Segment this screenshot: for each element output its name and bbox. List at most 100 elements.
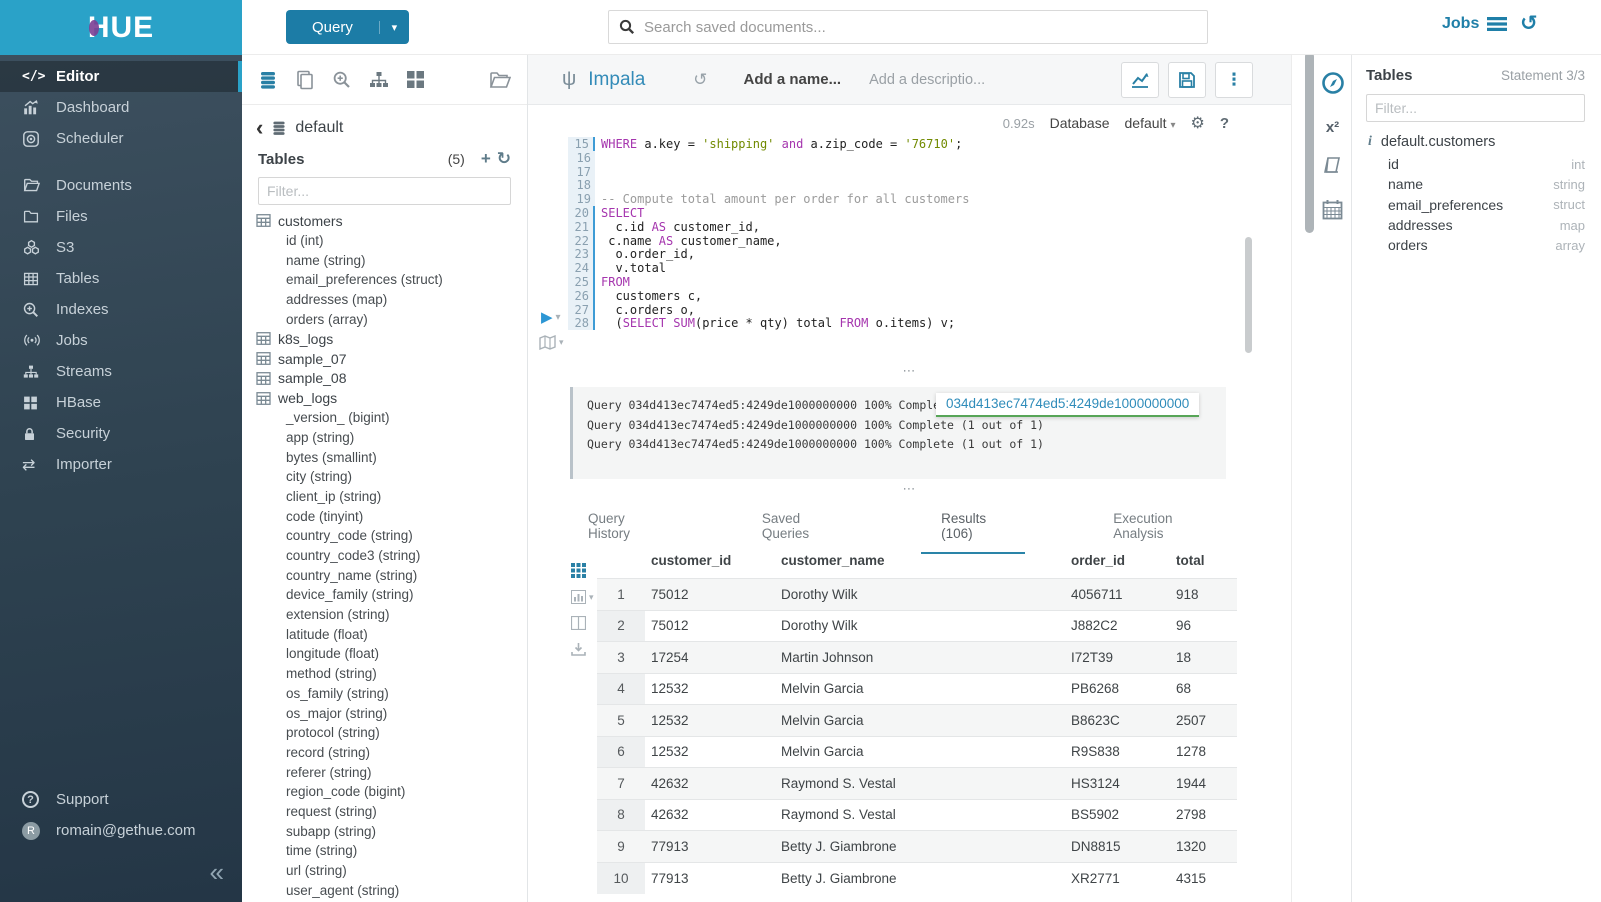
editor-assistant-icon[interactable] bbox=[1321, 71, 1345, 100]
results-row[interactable]: 317254Martin JohnsonI72T3918 bbox=[597, 642, 1237, 674]
assist-column[interactable]: protocol (string) bbox=[256, 723, 527, 743]
assist-column[interactable]: _version_ (bigint) bbox=[256, 408, 527, 428]
code-line[interactable]: 18 bbox=[528, 178, 1291, 192]
resize-handle-top[interactable]: ⋯ bbox=[528, 367, 1291, 377]
run-query-button[interactable]: ▶ bbox=[541, 308, 553, 326]
refresh-tables-icon[interactable]: ↻ bbox=[497, 149, 511, 169]
assist-table-sample_08[interactable]: sample_08 bbox=[256, 369, 527, 389]
code-line[interactable]: 19-- Compute total amount per order for … bbox=[528, 192, 1291, 206]
code-line[interactable]: 16 bbox=[528, 151, 1291, 165]
query-button-label[interactable]: Query bbox=[286, 19, 379, 36]
column-name[interactable]: id bbox=[1366, 156, 1571, 172]
code-line[interactable]: 26 customers c, bbox=[528, 289, 1291, 303]
code-line[interactable]: 25FROM bbox=[528, 275, 1291, 289]
assist-column[interactable]: url (string) bbox=[256, 861, 527, 881]
assist-column[interactable]: device_family (string) bbox=[256, 585, 527, 605]
assist-filter-input[interactable]: Filter... bbox=[258, 177, 511, 205]
code-line[interactable]: 28 (SELECT SUM(price * qty) total FROM o… bbox=[528, 316, 1291, 330]
databases-icon[interactable] bbox=[258, 70, 278, 90]
sql-code-editor[interactable]: 15WHERE a.key = 'shipping' and a.zip_cod… bbox=[528, 137, 1291, 363]
language-docs-icon[interactable] bbox=[1322, 155, 1343, 180]
open-folder-icon[interactable] bbox=[489, 70, 511, 90]
right-column-id[interactable]: idint bbox=[1366, 154, 1585, 174]
assist-column[interactable]: os_major (string) bbox=[256, 703, 527, 723]
editor-history-icon[interactable]: ↺ bbox=[693, 70, 707, 90]
assist-column[interactable]: country_code (string) bbox=[256, 526, 527, 546]
column-name[interactable]: name bbox=[1366, 176, 1553, 192]
new-query-button[interactable]: Query ▾ bbox=[286, 10, 409, 44]
assist-column[interactable]: email_preferences (struct) bbox=[256, 270, 527, 290]
code-line[interactable]: 20SELECT bbox=[528, 206, 1291, 220]
results-row[interactable]: 275012Dorothy WilkJ882C296 bbox=[597, 610, 1237, 642]
assist-table-k8s_logs[interactable]: k8s_logs bbox=[256, 329, 527, 349]
sidebar-item-support[interactable]: ?Support bbox=[0, 784, 242, 815]
sidebar-item-importer[interactable]: ⇄Importer bbox=[0, 449, 242, 480]
code-line[interactable]: 17 bbox=[528, 165, 1291, 179]
active-table-name[interactable]: default.customers bbox=[1381, 134, 1495, 150]
code-line[interactable]: 24 v.total bbox=[528, 261, 1291, 275]
query-id-tooltip[interactable]: 034d413ec7474ed5:4249de1000000000 bbox=[936, 393, 1199, 417]
sidebar-item-scheduler[interactable]: Scheduler bbox=[0, 123, 242, 154]
assist-column[interactable]: latitude (float) bbox=[256, 624, 527, 644]
sidebar-item-streams[interactable]: Streams bbox=[0, 356, 242, 387]
table-name[interactable]: sample_07 bbox=[278, 351, 347, 367]
assist-column[interactable]: id (int) bbox=[256, 231, 527, 251]
database-select[interactable]: default ▾ bbox=[1125, 115, 1176, 131]
results-col-header[interactable]: customer_id bbox=[645, 545, 775, 579]
query-name-field[interactable]: Add a name... bbox=[744, 71, 842, 88]
assist-column[interactable]: longitude (float) bbox=[256, 644, 527, 664]
editor-scrollbar[interactable] bbox=[1245, 237, 1252, 353]
assist-column[interactable]: client_ip (string) bbox=[256, 487, 527, 507]
assist-column[interactable]: country_name (string) bbox=[256, 565, 527, 585]
jobs-link[interactable]: Jobs bbox=[1442, 15, 1507, 33]
grid-view-icon[interactable] bbox=[571, 563, 586, 578]
main-scrollbar[interactable] bbox=[1305, 52, 1314, 233]
assist-column[interactable]: time (string) bbox=[256, 841, 527, 861]
table-info-icon[interactable]: i bbox=[1368, 134, 1372, 150]
assist-column[interactable]: code (tinyint) bbox=[256, 506, 527, 526]
code-line[interactable]: 21 c.id AS customer_id, bbox=[528, 220, 1291, 234]
right-column-name[interactable]: namestring bbox=[1366, 174, 1585, 194]
chart-view-icon[interactable]: ▾ bbox=[571, 590, 594, 604]
results-row[interactable]: 742632Raymond S. VestalHS31241944 bbox=[597, 768, 1237, 800]
sidebar-collapse-icon[interactable]: « bbox=[210, 857, 224, 888]
sidebar-item-editor[interactable]: </>Editor bbox=[0, 61, 242, 92]
documents-copy-icon[interactable] bbox=[295, 70, 315, 90]
code-line[interactable]: 22 c.name AS customer_name, bbox=[528, 234, 1291, 248]
right-column-addresses[interactable]: addressesmap bbox=[1366, 215, 1585, 235]
assist-table-customers[interactable]: customers bbox=[256, 211, 527, 231]
sidebar-item-s3[interactable]: S3 bbox=[0, 232, 242, 263]
sidebar-item-jobs[interactable]: Jobs bbox=[0, 325, 242, 356]
assist-column[interactable]: country_code3 (string) bbox=[256, 546, 527, 566]
table-name[interactable]: web_logs bbox=[278, 390, 337, 406]
assist-column[interactable]: user_agent (string) bbox=[256, 880, 527, 900]
chart-button[interactable] bbox=[1121, 62, 1159, 98]
add-table-icon[interactable]: + bbox=[481, 149, 491, 169]
table-name[interactable]: customers bbox=[278, 213, 343, 229]
sidebar-item-dashboard[interactable]: Dashboard bbox=[0, 92, 242, 123]
search-plus-icon[interactable] bbox=[332, 70, 352, 90]
editor-help-icon[interactable]: ? bbox=[1220, 115, 1229, 132]
schedule-calendar-icon[interactable] bbox=[1322, 199, 1343, 225]
chart-view-caret-icon[interactable]: ▾ bbox=[589, 592, 594, 603]
code-line[interactable]: 23 o.order_id, bbox=[528, 247, 1291, 261]
save-button[interactable] bbox=[1168, 62, 1206, 98]
apps-grid-icon[interactable] bbox=[406, 70, 425, 89]
assist-back-icon[interactable]: ‹ bbox=[256, 121, 263, 135]
sidebar-item-tables[interactable]: Tables bbox=[0, 263, 242, 294]
sitemap-icon[interactable] bbox=[369, 70, 389, 90]
assist-column[interactable]: record (string) bbox=[256, 743, 527, 763]
assist-column[interactable]: request (string) bbox=[256, 802, 527, 822]
jobs-label[interactable]: Jobs bbox=[1442, 15, 1479, 33]
results-row[interactable]: 612532Melvin GarciaR9S8381278 bbox=[597, 736, 1237, 768]
right-filter-input[interactable]: Filter... bbox=[1366, 94, 1585, 122]
sidebar-item-hbase[interactable]: HBase bbox=[0, 387, 242, 418]
column-name[interactable]: orders bbox=[1366, 237, 1555, 253]
assist-column[interactable]: app (string) bbox=[256, 428, 527, 448]
sidebar-item-indexes[interactable]: Indexes bbox=[0, 294, 242, 325]
editor-settings-gear-icon[interactable]: ⚙ bbox=[1190, 113, 1204, 133]
assist-column[interactable]: bytes (smallint) bbox=[256, 447, 527, 467]
more-actions-button[interactable]: ⋮ bbox=[1215, 62, 1253, 98]
explain-map-icon[interactable] bbox=[539, 335, 556, 350]
results-col-header[interactable]: order_id bbox=[1065, 545, 1170, 579]
